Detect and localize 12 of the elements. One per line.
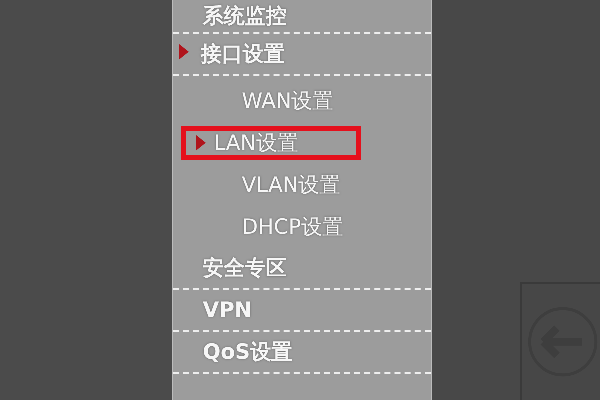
menu-item[interactable]: 接口设置 — [201, 40, 285, 68]
submenu-item[interactable]: WAN设置 — [242, 87, 334, 115]
submenu-item[interactable]: LAN设置 — [214, 129, 298, 157]
menu-item[interactable]: QoS设置 — [203, 338, 292, 366]
submenu-item[interactable]: VLAN设置 — [242, 171, 341, 199]
menu-item[interactable]: 安全专区 — [203, 254, 287, 282]
menu-item[interactable]: 系统监控 — [203, 2, 287, 30]
menu-item[interactable]: VPN — [203, 298, 252, 322]
triangle-icon — [179, 44, 189, 60]
selected-menu-item[interactable]: LAN设置 — [181, 126, 361, 160]
triangle-icon — [196, 135, 206, 151]
submenu-item[interactable]: DHCP设置 — [242, 213, 344, 241]
